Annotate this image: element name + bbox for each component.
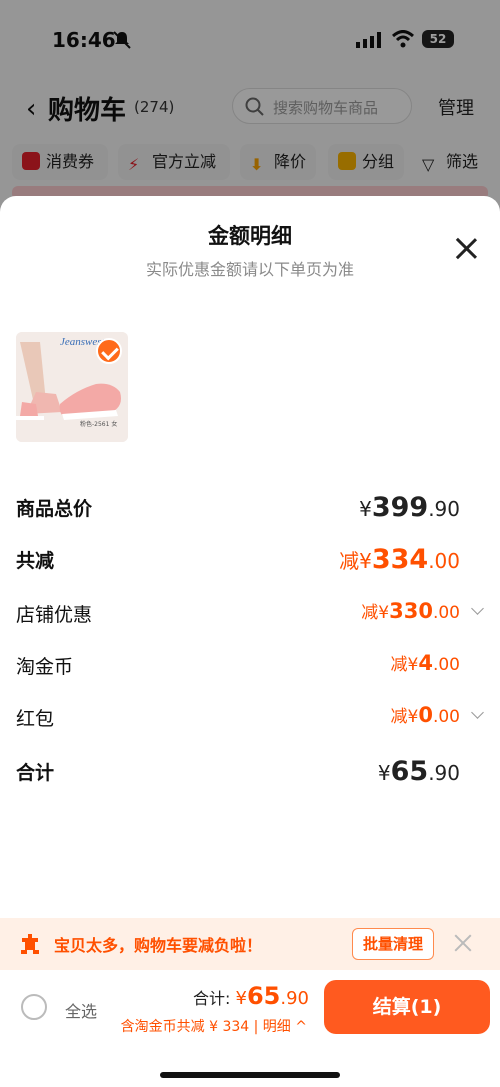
sheet-subtitle: 实际优惠金额请以下单页为准 (145, 260, 354, 279)
row-value: ¥65.90 (377, 756, 460, 787)
row-label: 红包 (16, 708, 55, 730)
total-value: ¥65.90 (235, 982, 310, 1010)
row-grand-total: 合计 ¥65.90 (16, 756, 460, 792)
row-total-discount: 共减 减¥334.00 (16, 544, 460, 580)
total-summary: 合计: ¥65.90 (193, 982, 309, 1010)
row-value: 减¥334.00 (339, 544, 460, 575)
row-value: 减¥0.00 (390, 703, 461, 727)
row-label: 淘金币 (16, 656, 74, 678)
row-red-packet[interactable]: 红包 减¥0.00 (16, 702, 484, 738)
notice-text: 宝贝太多，购物车要减负啦！ (54, 936, 263, 955)
shopping-cart-notice-icon (21, 934, 39, 954)
batch-clean-button[interactable]: 批量清理 (352, 928, 434, 960)
close-icon[interactable] (454, 934, 472, 952)
sheet-title: 金额明细 (208, 224, 292, 248)
cart-cleanup-notice: 宝贝太多，购物车要减负啦！ 批量清理 (0, 918, 500, 970)
row-store-discount[interactable]: 店铺优惠 减¥330.00 (16, 598, 484, 634)
selected-check-icon[interactable] (96, 338, 122, 364)
checkout-button[interactable]: 结算(1) (324, 980, 490, 1034)
product-caption: 粉色-2561 女 (80, 421, 118, 428)
row-label: 合计 (16, 762, 55, 784)
row-value: ¥399.90 (359, 492, 460, 523)
row-label: 商品总价 (16, 498, 93, 520)
discount-details-link[interactable]: 含淘金币共减 ¥ 334 | 明细 ^ (121, 1016, 307, 1036)
chevron-down-icon[interactable] (471, 602, 484, 615)
product-thumbnail[interactable]: Jeanswest 粉色-2561 女 (16, 332, 128, 442)
total-label: 合计: (193, 989, 231, 1008)
home-indicator (160, 1072, 340, 1078)
chevron-up-icon: ^ (290, 1019, 307, 1035)
row-total-price: 商品总价 ¥399.90 (16, 492, 460, 528)
close-icon[interactable] (454, 236, 478, 260)
row-label: 共减 (16, 550, 55, 572)
select-all-label[interactable]: 全选 (65, 998, 97, 1022)
row-value: 减¥330.00 (361, 599, 460, 623)
row-value: 减¥4.00 (390, 651, 461, 675)
select-all-checkbox[interactable] (21, 994, 47, 1020)
chevron-down-icon[interactable] (471, 706, 484, 719)
checkout-bar: 全选 合计: ¥65.90 含淘金币共减 ¥ 334 | 明细 ^ 结算(1) (0, 970, 500, 1087)
row-label: 店铺优惠 (16, 604, 93, 626)
row-taojinbi: 淘金币 减¥4.00 (16, 650, 460, 686)
